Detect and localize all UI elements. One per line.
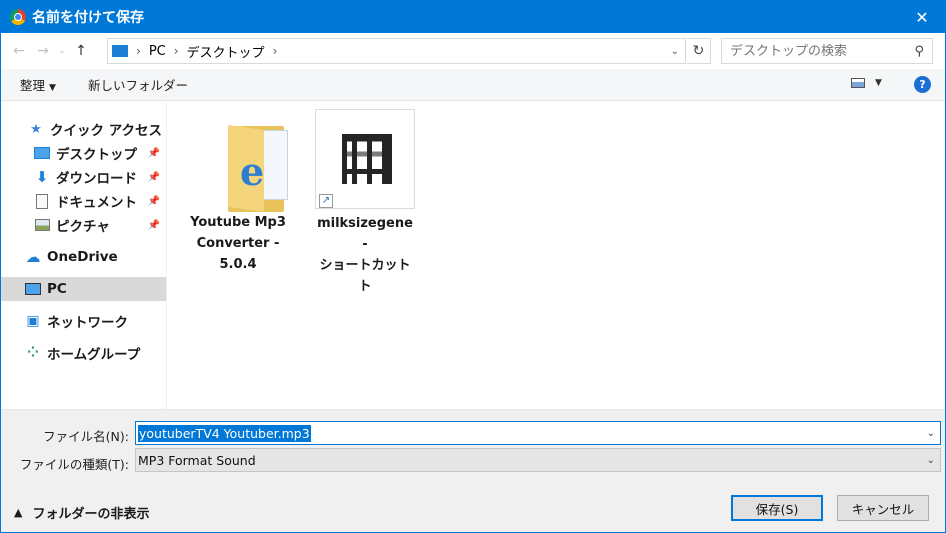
filetype-label: ファイルの種類(T):: [19, 457, 129, 472]
save-form: ファイル名(N): youtuberTV4 Youtuber.mp3 ⌄ ファイ…: [1, 409, 945, 532]
filename-value[interactable]: youtuberTV4 Youtuber.mp3: [138, 424, 311, 442]
file-list: e Youtube Mp3 Converter - 5.0.4 ↗ milksi…: [167, 102, 945, 409]
save-button[interactable]: 保存(S): [731, 495, 823, 521]
picture-icon: [34, 217, 50, 233]
up-arrow-icon[interactable]: ↑: [69, 39, 93, 63]
view-icon: [851, 78, 865, 88]
sidebar-item-pictures[interactable]: ピクチャ 📌: [1, 213, 166, 237]
sidebar-item-downloads[interactable]: ⬇ ダウンロード 📌: [1, 165, 166, 189]
pin-icon[interactable]: 📌: [148, 220, 160, 231]
breadcrumb-desktop[interactable]: デスクトップ: [187, 42, 265, 61]
sidebar-item-label: クイック アクセス: [50, 123, 163, 139]
sidebar-item-label: ドキュメント: [56, 195, 137, 211]
chevron-up-icon: ▲: [14, 506, 23, 519]
file-label: milksizegene - ショートカット ト: [317, 216, 413, 294]
computer-icon: [112, 45, 128, 57]
title-bar: 名前を付けて保存 ✕: [1, 1, 945, 33]
sidebar-item-network[interactable]: ▣ ネットワーク: [1, 309, 166, 333]
close-icon[interactable]: ✕: [899, 1, 945, 33]
back-arrow-icon[interactable]: ←: [7, 39, 31, 63]
sidebar-item-documents[interactable]: ドキュメント 📌: [1, 189, 166, 213]
file-item-folder[interactable]: e Youtube Mp3 Converter - 5.0.4: [188, 108, 288, 275]
caret-down-icon: ▼: [875, 78, 882, 88]
document-icon: [34, 193, 50, 209]
sidebar-item-desktop[interactable]: デスクトップ 📌: [1, 141, 166, 165]
chevron-right-icon[interactable]: ›: [273, 44, 278, 58]
filename-input[interactable]: youtuberTV4 Youtuber.mp3 ⌄: [135, 421, 941, 445]
download-arrow-icon: ⬇: [35, 168, 49, 186]
sidebar-item-label: デスクトップ: [56, 147, 137, 163]
sidebar-item-pc[interactable]: PC: [1, 277, 166, 301]
chevron-right-icon[interactable]: ›: [136, 44, 141, 58]
refresh-icon[interactable]: ↻: [687, 38, 711, 64]
folder-icon: e: [188, 108, 288, 212]
window-title: 名前を付けて保存: [32, 10, 144, 26]
hide-folders-label: フォルダーの非表示: [32, 507, 150, 522]
hide-folders-toggle[interactable]: ▲ フォルダーの非表示: [14, 503, 149, 522]
cancel-button[interactable]: キャンセル: [837, 495, 929, 521]
navigation-pane: ★ クイック アクセス デスクトップ 📌 ⬇ ダウンロード 📌 ドキュメント 📌…: [1, 102, 167, 409]
network-icon: ▣: [26, 313, 40, 329]
shortcut-arrow-icon: ↗: [319, 194, 333, 208]
sidebar-item-quick-access[interactable]: ★ クイック アクセス: [1, 117, 166, 141]
shortcut-icon: ↗: [315, 102, 415, 209]
search-box[interactable]: ⚲: [721, 38, 933, 64]
sidebar-item-label: ホームグループ: [47, 347, 141, 363]
organize-button[interactable]: 整理 ▼: [20, 75, 56, 94]
chevron-down-icon[interactable]: ⌄: [927, 428, 935, 439]
address-row: ← → ⌄ ↑ › PC › デスクトップ › ⌄ ↻ ⚲: [1, 33, 945, 69]
filetype-value: MP3 Format Sound: [138, 452, 256, 468]
pin-icon[interactable]: 📌: [148, 148, 160, 159]
sidebar-item-homegroup[interactable]: ⁘ ホームグループ: [1, 341, 166, 365]
chevron-down-icon[interactable]: ⌄: [671, 46, 679, 57]
sidebar-item-label: OneDrive: [47, 249, 118, 265]
pin-icon[interactable]: 📌: [148, 196, 160, 207]
address-bar[interactable]: › PC › デスクトップ › ⌄: [107, 38, 686, 64]
sidebar-item-label: ネットワーク: [47, 315, 128, 331]
sidebar-item-label: PC: [47, 281, 67, 297]
filename-label: ファイル名(N):: [43, 429, 129, 444]
search-icon[interactable]: ⚲: [914, 44, 924, 59]
sidebar-item-label: ピクチャ: [56, 219, 110, 235]
computer-icon: [25, 281, 41, 297]
search-input[interactable]: [730, 43, 910, 59]
file-label: Youtube Mp3 Converter - 5.0.4: [190, 215, 286, 272]
chevron-down-icon[interactable]: ⌄: [927, 455, 935, 466]
filetype-select[interactable]: MP3 Format Sound ⌄: [135, 448, 941, 472]
help-icon[interactable]: ?: [914, 76, 931, 93]
file-item-shortcut[interactable]: ↗ milksizegene - ショートカット ト: [315, 102, 415, 297]
sidebar-item-label: ダウンロード: [56, 171, 137, 187]
chrome-icon: [10, 9, 26, 25]
new-folder-button[interactable]: 新しいフォルダー: [88, 75, 188, 94]
cloud-icon: ☁: [25, 248, 41, 266]
pin-icon[interactable]: 📌: [148, 172, 160, 183]
save-as-dialog: 名前を付けて保存 ✕ ← → ⌄ ↑ › PC › デスクトップ › ⌄ ↻ ⚲…: [0, 0, 946, 533]
breadcrumb-pc[interactable]: PC: [149, 44, 166, 59]
toolbar: 整理 ▼ 新しいフォルダー ▼ ?: [1, 69, 945, 101]
chevron-right-icon[interactable]: ›: [174, 44, 179, 58]
forward-arrow-icon[interactable]: →: [31, 39, 55, 63]
caret-down-icon: ▼: [49, 83, 56, 93]
homegroup-icon: ⁘: [27, 345, 39, 361]
organize-label: 整理: [20, 78, 46, 93]
recent-locations-chevron-icon[interactable]: ⌄: [55, 39, 69, 63]
star-icon: ★: [30, 121, 42, 137]
sidebar-item-onedrive[interactable]: ☁ OneDrive: [1, 245, 166, 269]
change-view-button[interactable]: ▼: [851, 78, 882, 88]
desktop-icon: [34, 145, 50, 161]
